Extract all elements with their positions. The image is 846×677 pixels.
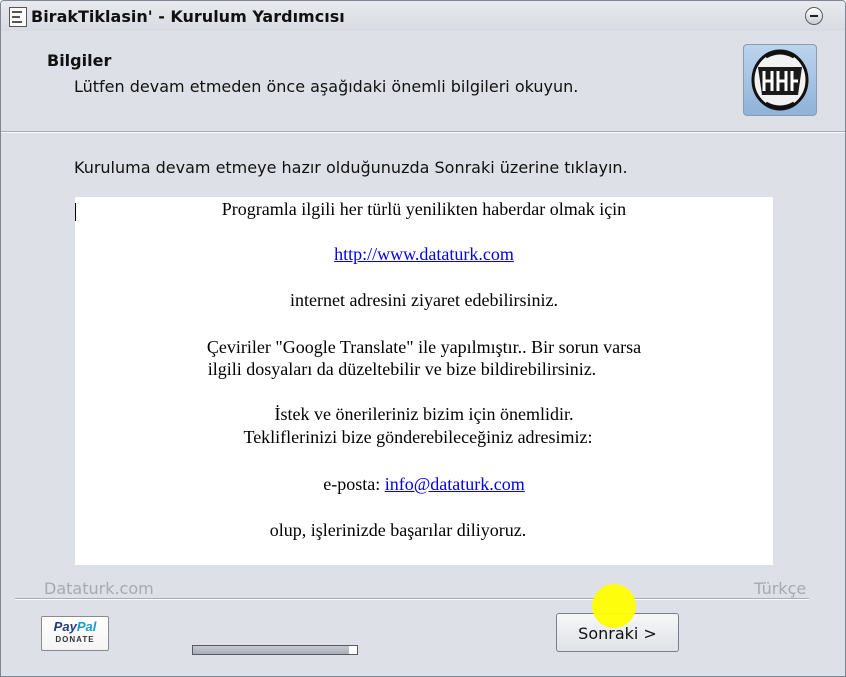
info-line: internet adresini ziyaret edebilirsiniz.	[290, 290, 558, 310]
info-line: olup, işlerinizde başarılar diliyoruz.	[269, 520, 527, 540]
info-line-email-row: e-posta: info@dataturk.com	[75, 474, 773, 495]
info-line: İstek ve önerileriniz bizim için önemlid…	[274, 404, 574, 424]
installer-window: BirakTiklasin' - Kurulum Yardımcısı Bilg…	[0, 0, 846, 677]
email-label: e-posta:	[323, 474, 385, 494]
install-progress-bar	[192, 645, 358, 655]
title-bar[interactable]: BirakTiklasin' - Kurulum Yardımcısı	[1, 1, 845, 31]
page-subtitle: Lütfen devam etmeden önce aşağıdaki önem…	[74, 77, 579, 96]
info-line: Çeviriler "Google Translate" ile yapılmı…	[206, 337, 642, 357]
intro-text: Kuruluma devam etmeye hazır olduğunuzda …	[74, 158, 628, 177]
website-link[interactable]: http://www.dataturk.com	[334, 244, 514, 264]
minimize-icon[interactable]	[805, 7, 823, 25]
language-label: Türkçe	[751, 579, 810, 598]
info-line: Programla ilgili her türlü yenilikten ha…	[221, 199, 627, 219]
donate-label: DONATE	[55, 635, 95, 644]
header-divider	[1, 131, 845, 133]
email-link[interactable]: info@dataturk.com	[385, 474, 525, 494]
footer-divider	[15, 598, 809, 600]
window-title: BirakTiklasin' - Kurulum Yardımcısı	[31, 7, 345, 26]
page-title: Bilgiler	[47, 51, 112, 70]
brand-label: Dataturk.com	[41, 579, 157, 598]
cursor-highlight	[592, 584, 636, 628]
paypal-donate-button[interactable]: PayPal DONATE	[41, 616, 109, 651]
installer-app-icon	[9, 7, 27, 27]
info-line: Tekliflerinizi bize gönderebileceğiniz a…	[243, 427, 593, 447]
info-text-panel[interactable]: Programla ilgili her türlü yenilikten ha…	[75, 197, 773, 565]
info-line: ilgili dosyaları da düzeltebilir ve bize…	[207, 359, 597, 379]
progress-fill	[193, 646, 349, 654]
paypal-logo: PayPal	[53, 619, 97, 634]
page-header: Bilgiler Lütfen devam etmeden önce aşağı…	[1, 31, 845, 131]
info-line-link-row: http://www.dataturk.com	[75, 244, 773, 265]
datatürk-emblem-icon	[743, 44, 817, 116]
